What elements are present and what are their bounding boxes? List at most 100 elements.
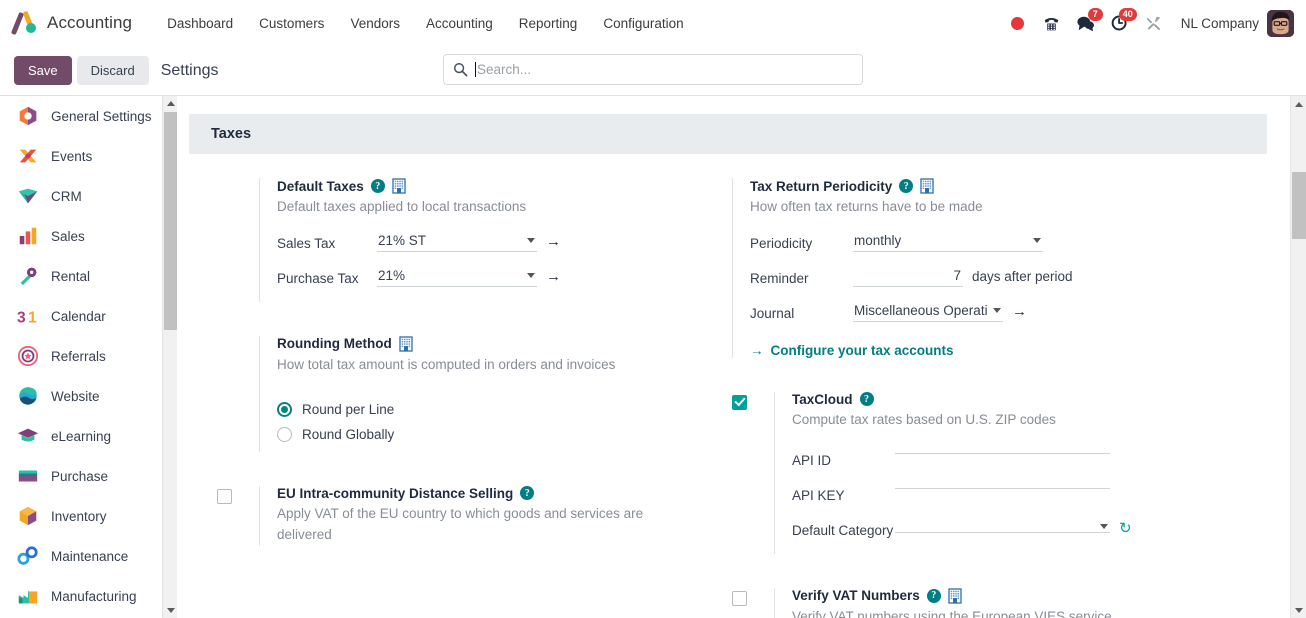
- setting-title: Tax Return Periodicity ?: [750, 178, 1202, 194]
- configure-tax-accounts-row[interactable]: → Configure your tax accounts: [750, 343, 1202, 358]
- developer-tools-icon[interactable]: [1137, 6, 1171, 40]
- periodicity-select[interactable]: monthly: [853, 232, 1043, 252]
- referrals-icon: [17, 345, 39, 367]
- taxcloud-checkbox[interactable]: [732, 394, 747, 410]
- help-question-icon[interactable]: ?: [926, 588, 941, 603]
- scroll-up-arrow-icon[interactable]: [1291, 96, 1306, 112]
- scroll-down-arrow-icon[interactable]: [1291, 602, 1306, 618]
- refresh-sync-icon[interactable]: ↻: [1119, 519, 1132, 537]
- configure-tax-accounts-link[interactable]: Configure your tax accounts: [771, 343, 954, 358]
- chevron-down-icon[interactable]: [1100, 523, 1108, 529]
- sidebar-item-label: CRM: [51, 188, 82, 204]
- messages-chat-icon[interactable]: 7: [1069, 6, 1103, 40]
- purchase-tax-label: Purchase Tax: [277, 270, 359, 286]
- sidebar-item-rental[interactable]: Rental: [0, 256, 177, 296]
- sidebar-item-crm[interactable]: CRM: [0, 176, 177, 216]
- verify-vat-label: Verify VAT Numbers: [792, 588, 920, 604]
- app-brand[interactable]: Accounting: [10, 10, 132, 36]
- help-question-icon[interactable]: ?: [859, 392, 874, 407]
- chevron-down-icon[interactable]: [527, 272, 535, 278]
- sidebar-item-elearning[interactable]: eLearning: [0, 416, 177, 456]
- help-question-icon[interactable]: ?: [520, 486, 535, 501]
- voip-dialpad-icon[interactable]: [1035, 6, 1069, 40]
- sidebar-item-purchase[interactable]: Purchase: [0, 456, 177, 496]
- save-button[interactable]: Save: [14, 56, 72, 85]
- reminder-label: Reminder: [750, 270, 809, 286]
- internal-link-arrow-icon[interactable]: →: [1012, 304, 1027, 319]
- setting-rounding-method: Rounding Method How total tax amount is …: [217, 335, 687, 452]
- spacer-cell: [217, 336, 259, 452]
- api-id-input[interactable]: [895, 449, 1110, 454]
- record-dot-icon[interactable]: [1001, 6, 1035, 40]
- setting-eu-distance-selling: EU Intra-community Distance Selling ? Ap…: [217, 485, 687, 546]
- verify-vat-checkbox[interactable]: [732, 590, 747, 606]
- journal-select[interactable]: Miscellaneous Operati: [853, 302, 1003, 322]
- internal-link-arrow-icon[interactable]: →: [546, 234, 561, 249]
- sidebar-item-sales[interactable]: Sales: [0, 216, 177, 256]
- calendar-31-icon: 3 1: [17, 305, 39, 327]
- spacer-cell: [217, 178, 259, 302]
- api-key-input[interactable]: [895, 484, 1110, 489]
- setting-title: Verify VAT Numbers ?: [792, 588, 1202, 604]
- chevron-down-icon[interactable]: [527, 237, 535, 243]
- purchase-tax-value: 21%: [378, 267, 406, 283]
- periodicity-value: monthly: [854, 232, 902, 248]
- menu-item-accounting[interactable]: Accounting: [413, 10, 506, 37]
- main-scrollbar-thumb[interactable]: [1292, 172, 1306, 239]
- chevron-down-icon[interactable]: [993, 307, 1001, 313]
- search-input[interactable]: Search...: [477, 62, 531, 77]
- chevron-down-icon[interactable]: [1033, 237, 1041, 243]
- sidebar-item-maintenance[interactable]: Maintenance: [0, 536, 177, 576]
- radio-indicator[interactable]: [277, 401, 292, 417]
- text-caret: [475, 62, 476, 77]
- sidebar-item-inventory[interactable]: Inventory: [0, 496, 177, 536]
- menu-item-reporting[interactable]: Reporting: [506, 10, 591, 37]
- radio-round-per-line[interactable]: Round per Line: [277, 401, 687, 417]
- sidebar-item-label: Rental: [51, 268, 91, 284]
- sales-tax-select[interactable]: 21% ST: [377, 232, 537, 252]
- menu-item-dashboard[interactable]: Dashboard: [154, 10, 246, 37]
- field-row-periodicity: Periodicity monthly: [750, 232, 1202, 256]
- search-bar[interactable]: Search...: [443, 54, 863, 85]
- sidebar-item-calendar[interactable]: 3 1 Calendar: [0, 296, 177, 336]
- field-row-purchase-tax: Purchase Tax 21% →: [277, 267, 687, 291]
- reminder-input[interactable]: 7: [853, 267, 963, 287]
- sidebar-item-referrals[interactable]: Referrals: [0, 336, 177, 376]
- menu-item-vendors[interactable]: Vendors: [337, 10, 413, 37]
- menu-item-configuration[interactable]: Configuration: [590, 10, 696, 37]
- purchase-tax-select[interactable]: 21%: [377, 267, 537, 287]
- scroll-down-arrow-icon[interactable]: [163, 603, 177, 618]
- eu-distance-selling-checkbox[interactable]: [217, 488, 232, 504]
- scroll-up-arrow-icon[interactable]: [163, 96, 177, 111]
- page-title: Settings: [160, 61, 219, 79]
- sidebar-item-label: eLearning: [51, 428, 112, 444]
- default-category-select[interactable]: [895, 523, 1110, 533]
- discard-button[interactable]: Discard: [76, 56, 149, 85]
- svg-text:1: 1: [28, 309, 37, 326]
- radio-round-globally[interactable]: Round Globally: [277, 426, 687, 442]
- sidebar-scrollbar[interactable]: [162, 96, 177, 618]
- help-question-icon[interactable]: ?: [899, 179, 914, 193]
- settings-column-right: Tax Return Periodicity ? How often tax r…: [732, 178, 1202, 618]
- sidebar-item-events[interactable]: Events: [0, 136, 177, 176]
- user-avatar[interactable]: [1267, 9, 1294, 37]
- sidebar-item-general-settings[interactable]: General Settings: [0, 96, 177, 136]
- main-scrollbar[interactable]: [1290, 96, 1306, 618]
- sidebar-item-manufacturing[interactable]: Manufacturing: [0, 576, 177, 616]
- field-row-journal: Journal Miscellaneous Operati →: [750, 302, 1202, 326]
- sidebar-item-website[interactable]: Website: [0, 376, 177, 416]
- field-row-api-key: API KEY: [792, 484, 1202, 508]
- sidebar-item-label: Website: [51, 388, 100, 404]
- manufacturing-icon: [17, 585, 39, 607]
- internal-link-arrow-icon[interactable]: →: [546, 269, 561, 284]
- body-area: General Settings Events CRM Sales Rental…: [0, 95, 1306, 618]
- settings-sidebar: General Settings Events CRM Sales Rental…: [0, 96, 177, 618]
- menu-item-customers[interactable]: Customers: [246, 10, 337, 37]
- activities-clock-icon[interactable]: 40: [1103, 6, 1137, 40]
- company-building-icon: [920, 178, 934, 194]
- sidebar-scrollbar-thumb[interactable]: [164, 112, 177, 330]
- radio-indicator[interactable]: [277, 426, 292, 442]
- company-switcher[interactable]: NL Company: [1171, 16, 1267, 31]
- help-question-icon[interactable]: ?: [370, 179, 385, 193]
- field-row-reminder: Reminder 7 days after period: [750, 267, 1202, 291]
